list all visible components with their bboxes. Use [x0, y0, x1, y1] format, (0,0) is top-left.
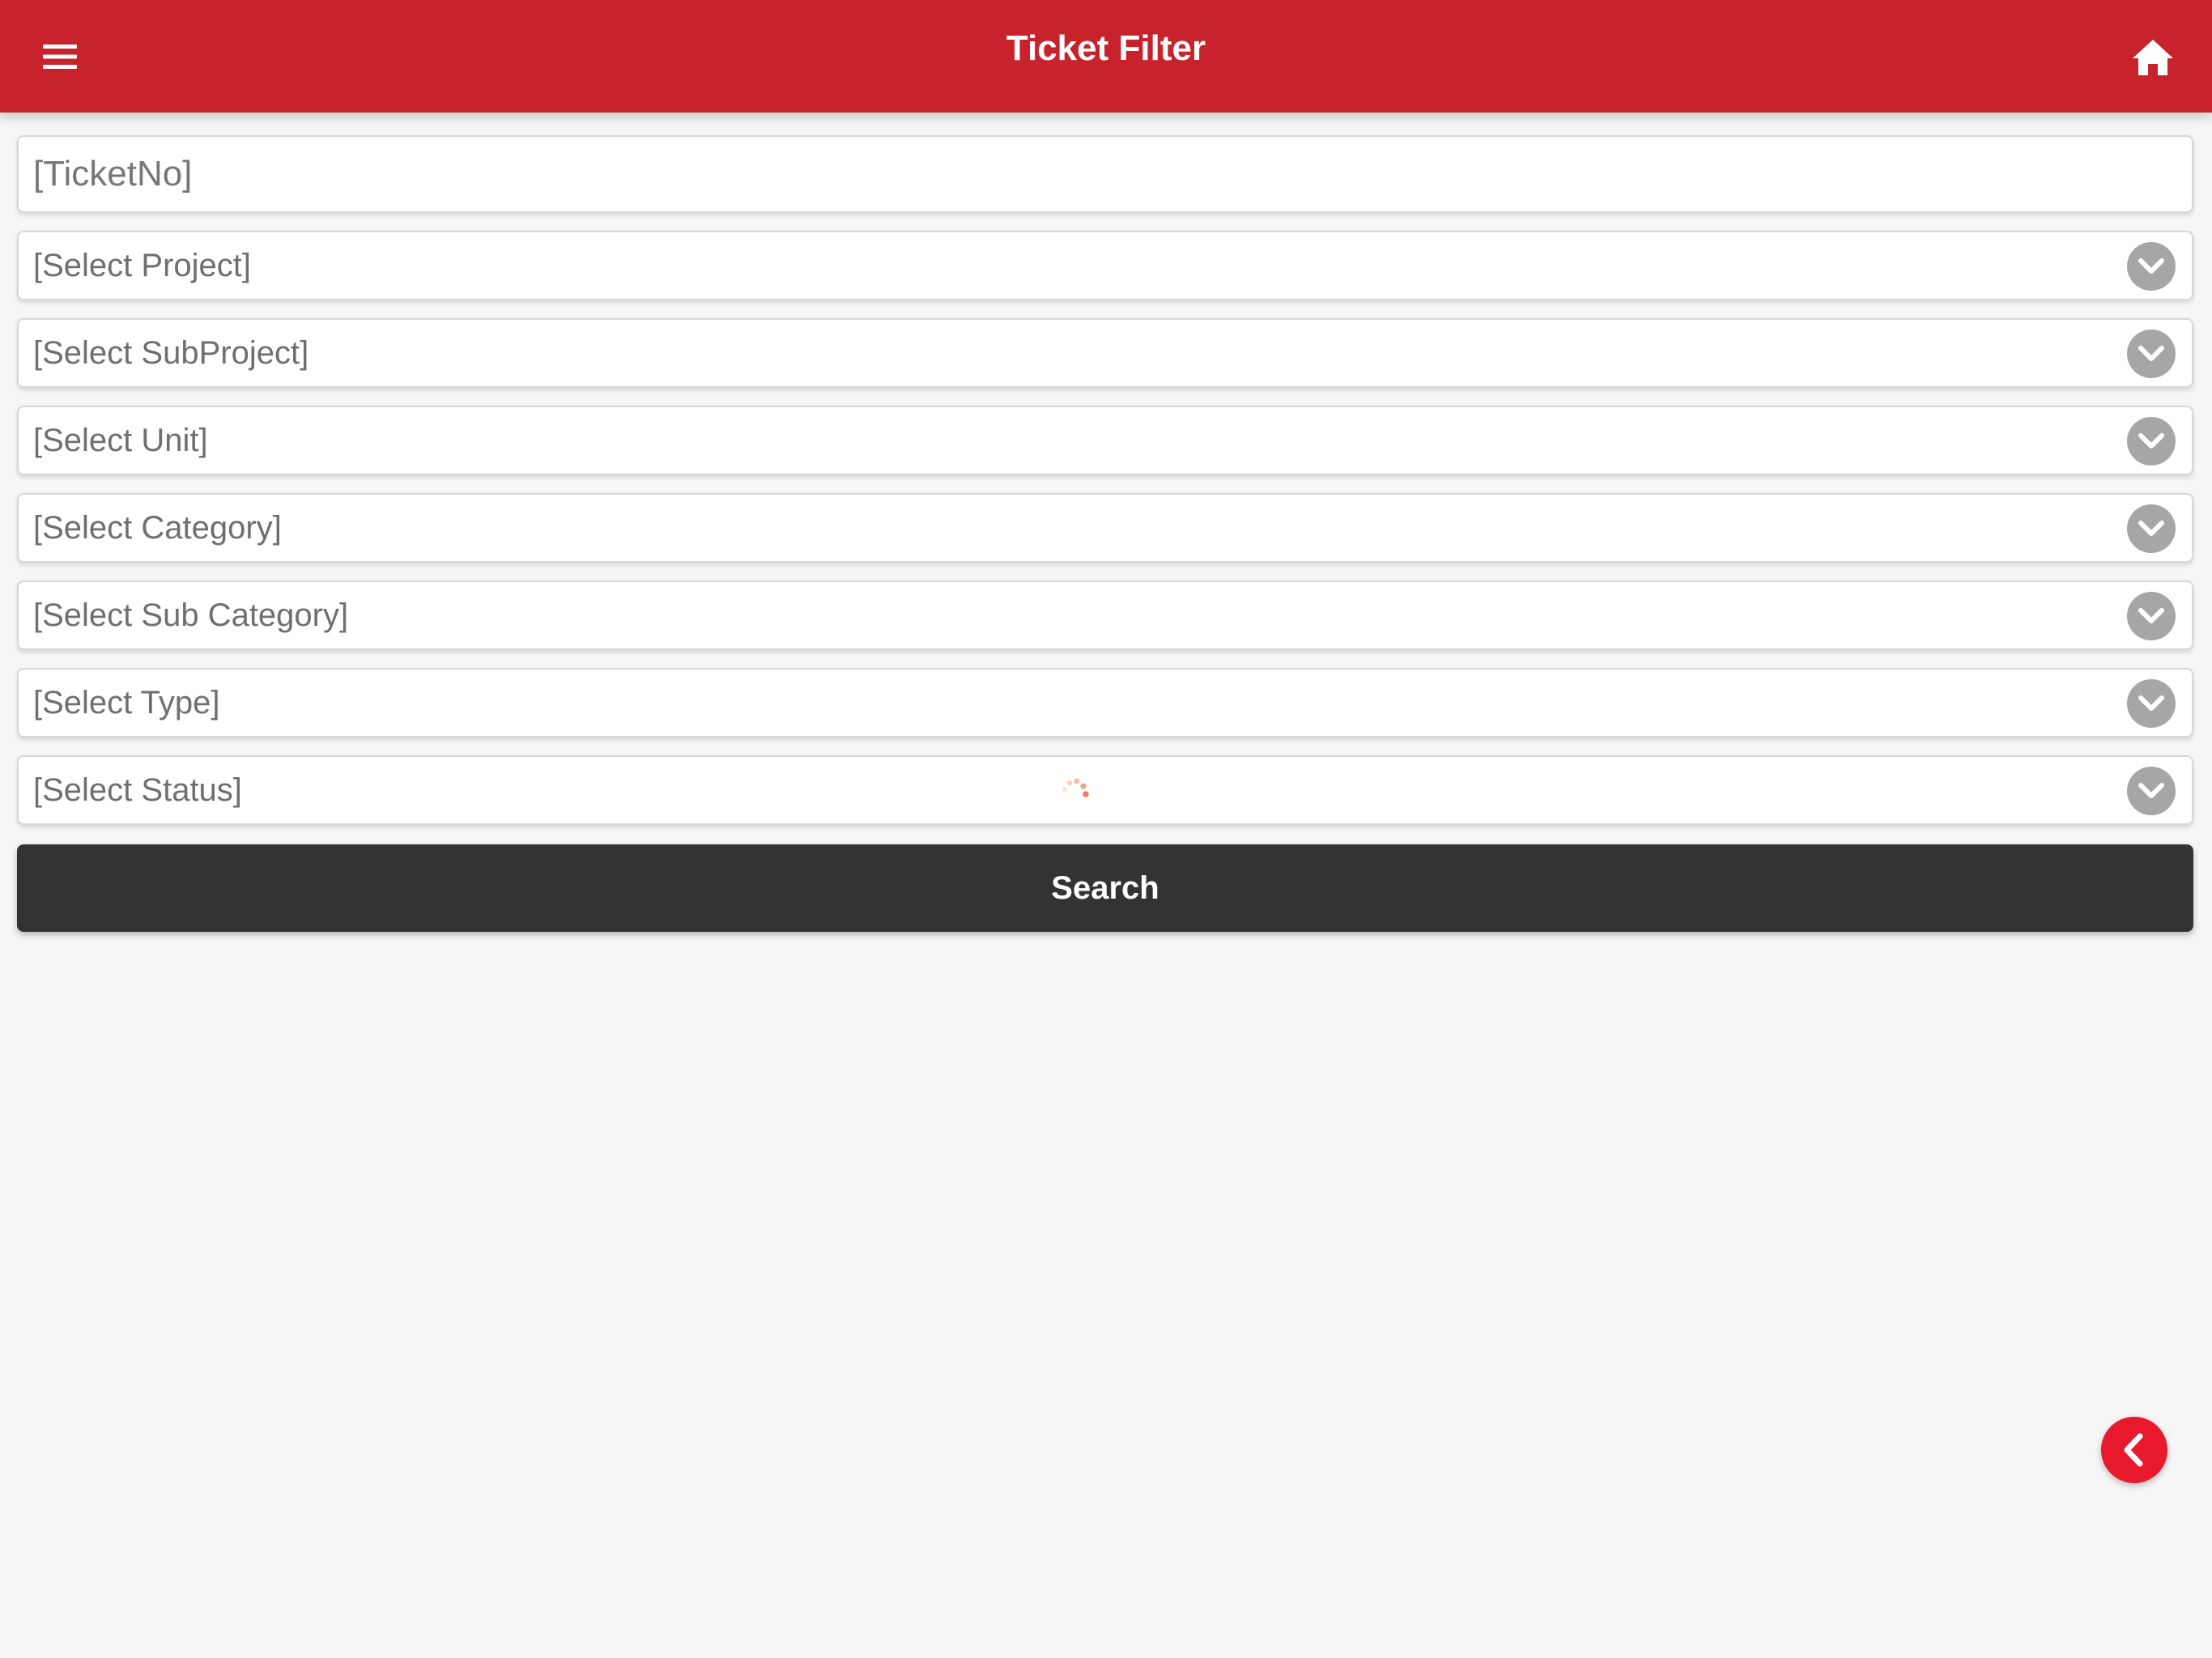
select-category[interactable]: [Select Category]	[17, 493, 2193, 563]
select-status-label: [Select Status]	[33, 772, 242, 808]
select-sub-category-label: [Select Sub Category]	[33, 597, 349, 633]
select-type-label: [Select Type]	[33, 685, 220, 721]
chevron-down-icon	[2127, 417, 2176, 466]
select-subproject-label: [Select SubProject]	[33, 335, 309, 371]
select-status[interactable]: [Select Status]	[17, 755, 2193, 825]
loading-spinner-icon	[1062, 778, 1089, 797]
home-icon	[2133, 40, 2173, 75]
select-sub-category[interactable]: [Select Sub Category]	[17, 580, 2193, 650]
chevron-down-icon	[2127, 767, 2176, 815]
select-subproject[interactable]: [Select SubProject]	[17, 318, 2193, 388]
back-button[interactable]	[2101, 1417, 2167, 1483]
select-unit-label: [Select Unit]	[33, 423, 208, 458]
select-type[interactable]: [Select Type]	[17, 668, 2193, 738]
ticket-no-input[interactable]	[17, 135, 2193, 213]
search-button[interactable]: Search	[17, 844, 2193, 932]
select-category-label: [Select Category]	[33, 510, 282, 546]
chevron-down-icon	[2127, 242, 2176, 291]
chevron-down-icon	[2127, 679, 2176, 728]
select-unit[interactable]: [Select Unit]	[17, 406, 2193, 475]
chevron-down-icon	[2127, 592, 2176, 640]
app-header: Ticket Filter	[0, 0, 2212, 113]
ticket-filter-form: [Select Project] [Select SubProject] [Se…	[17, 135, 2193, 932]
home-button[interactable]	[2126, 31, 2180, 84]
page-title: Ticket Filter	[1006, 28, 1206, 68]
chevron-down-icon	[2127, 329, 2176, 378]
select-project-label: [Select Project]	[33, 248, 252, 283]
select-project[interactable]: [Select Project]	[17, 231, 2193, 300]
chevron-down-icon	[2127, 504, 2176, 553]
chevron-left-icon	[2124, 1433, 2143, 1467]
